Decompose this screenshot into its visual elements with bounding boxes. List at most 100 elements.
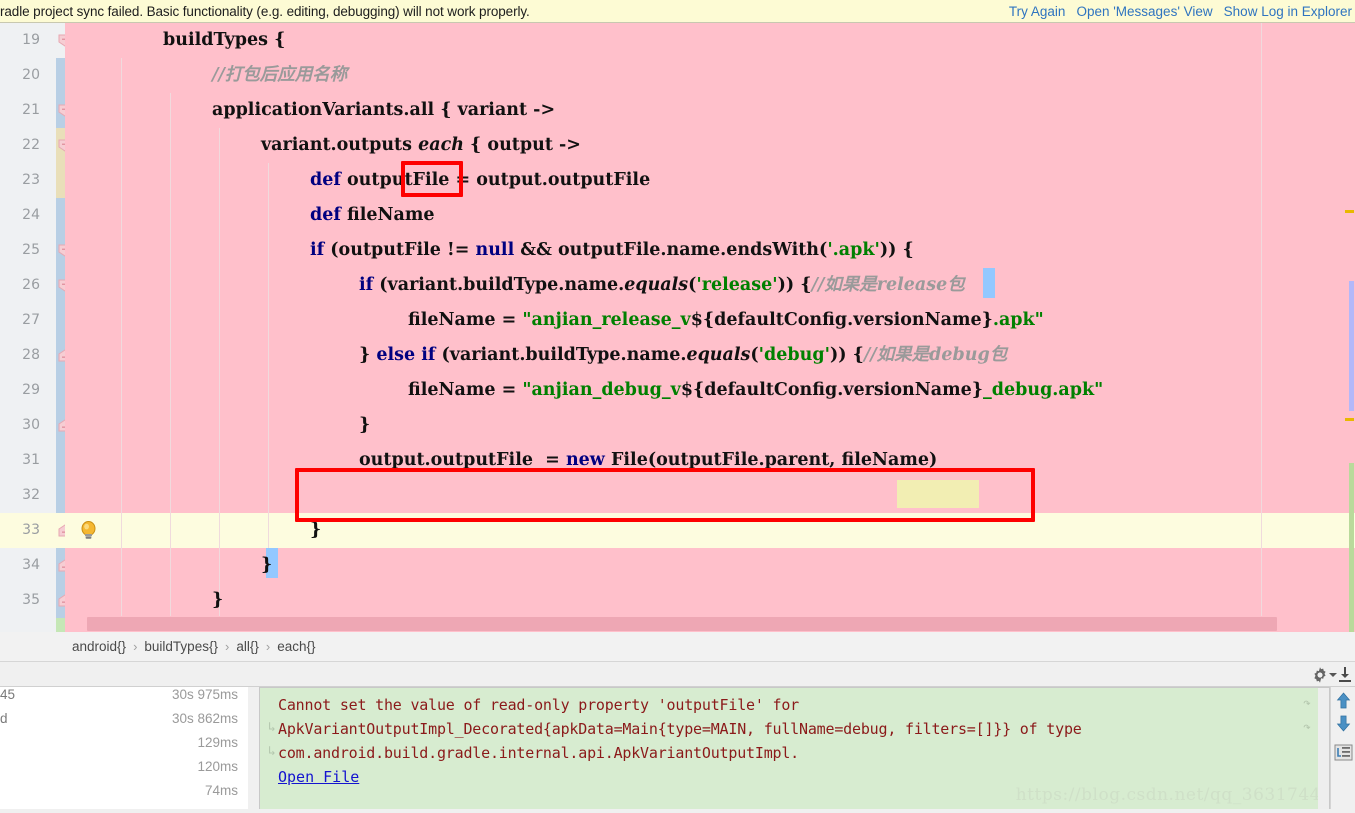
code-line-text: if (variant.buildType.name.equals('relea… (65, 275, 965, 295)
line-number: 26 (0, 268, 40, 303)
editor-horizontal-scrollbar[interactable] (65, 616, 1275, 632)
warning-marker[interactable] (1345, 210, 1354, 213)
breadcrumb-item-all[interactable]: all{} (236, 639, 259, 654)
line-number: 31 (0, 443, 40, 478)
code-line[interactable]: //打包后应用名称 (65, 58, 1355, 93)
selection-marker[interactable] (1349, 281, 1354, 411)
open-messages-view-link[interactable]: Open 'Messages' View (1076, 4, 1212, 19)
code-line-text: fileName = "anjian_release_v${defaultCon… (65, 310, 1044, 330)
code-line[interactable]: buildTypes { (65, 23, 1355, 58)
task-duration: 30s 862ms (18, 707, 238, 731)
wrap-indicator-icon: ↳ (268, 744, 276, 759)
banner-actions: Try Again Open 'Messages' View Show Log … (1009, 0, 1352, 23)
build-tool-window: 30s 975ms4530s 862msd129ms120ms74ms44ms2… (0, 662, 1355, 813)
code-line[interactable]: } (65, 408, 1355, 443)
code-line[interactable]: fileName = "anjian_release_v${defaultCon… (65, 303, 1355, 338)
task-duration: 120ms (18, 755, 238, 779)
error-message-line: com.android.build.gradle.internal.api.Ap… (278, 744, 799, 762)
wrap-indicator-icon: ↳ (268, 720, 276, 735)
code-line-text: } else if (variant.buildType.name.equals… (65, 345, 1007, 365)
code-line[interactable] (65, 478, 1355, 513)
line-number: 21 (0, 93, 40, 128)
caret-line-changebar-highlight (56, 513, 65, 548)
warning-marker[interactable] (1345, 418, 1354, 421)
download-icon[interactable] (1337, 666, 1353, 683)
change-bar-modified (56, 58, 65, 128)
breadcrumb-item-android[interactable]: android{} (72, 639, 126, 654)
code-line[interactable]: } else if (variant.buildType.name.equals… (65, 338, 1355, 373)
banner-message: radle project sync failed. Basic functio… (0, 4, 530, 19)
code-line[interactable]: def fileName (65, 198, 1355, 233)
line-number: 29 (0, 373, 40, 408)
gear-icon[interactable] (1311, 666, 1329, 684)
change-bar-conflict (56, 128, 65, 198)
code-line[interactable]: def outputFile = output.outputFile (65, 163, 1355, 198)
change-bar-modified (56, 198, 65, 618)
line-number: 34 (0, 548, 40, 583)
task-label[interactable]: 45 (0, 687, 15, 707)
breadcrumb-separator: › (133, 639, 137, 654)
code-line-text: fileName = "anjian_debug_v${defaultConfi… (65, 380, 1103, 400)
code-line[interactable]: } (65, 548, 1355, 583)
code-line-text: variant.outputs each { output -> (65, 135, 581, 155)
tree-list-icon[interactable] (1334, 743, 1353, 762)
line-number: 25 (0, 233, 40, 268)
line-number: 19 (0, 23, 40, 58)
code-line-text: if (outputFile != null && outputFile.nam… (65, 240, 914, 260)
code-line-text: //打包后应用名称 (65, 65, 347, 85)
code-line-text: def fileName (65, 205, 435, 225)
code-line[interactable]: if (outputFile != null && outputFile.nam… (65, 233, 1355, 268)
line-number: 24 (0, 198, 40, 233)
code-line[interactable]: if (variant.buildType.name.equals('relea… (65, 268, 1355, 303)
line-number: 27 (0, 303, 40, 338)
build-message-panel[interactable]: Cannot set the value of read-only proper… (259, 687, 1330, 813)
code-line[interactable]: variant.outputs each { output -> (65, 128, 1355, 163)
code-line[interactable]: } (65, 513, 1355, 548)
code-line[interactable]: output.outputFile = new File(outputFile.… (65, 443, 1355, 478)
gradle-sync-failed-banner: radle project sync failed. Basic functio… (0, 0, 1355, 23)
line-number: 33 (0, 513, 40, 548)
line-number: 28 (0, 338, 40, 373)
breadcrumb-item-each[interactable]: each{} (277, 639, 315, 654)
code-editor[interactable]: 1920212223242526272829303132333435 build… (0, 23, 1355, 632)
code-line[interactable]: fileName = "anjian_debug_v${defaultConfi… (65, 373, 1355, 408)
code-line[interactable]: } (65, 583, 1355, 618)
build-task-list[interactable]: 30s 975ms4530s 862msd129ms120ms74ms44ms2… (0, 687, 248, 813)
message-panel-scrollbar[interactable] (1318, 688, 1329, 812)
change-bar-added (56, 618, 65, 632)
build-tool-window-header (0, 662, 1355, 687)
error-message-line: ApkVariantOutputImpl_Decorated{apkData=M… (278, 720, 1082, 738)
line-number: 23 (0, 163, 40, 198)
scrollbar-thumb[interactable] (87, 617, 1277, 631)
code-line-text: } (65, 520, 321, 540)
open-file-link[interactable]: Open File (278, 768, 359, 786)
chevron-down-icon[interactable] (1329, 673, 1337, 677)
breadcrumb: android{} › buildTypes{} › all{} › each{… (0, 632, 1355, 662)
code-line[interactable]: applicationVariants.all { variant -> (65, 93, 1355, 128)
line-number: 30 (0, 408, 40, 443)
task-duration: 129ms (18, 731, 238, 755)
arrow-up-icon[interactable] (1334, 691, 1353, 710)
code-line-text: applicationVariants.all { variant -> (65, 100, 555, 120)
editor-marker-strip[interactable] (1341, 23, 1355, 632)
breadcrumb-item-buildtypes[interactable]: buildTypes{} (144, 639, 218, 654)
status-strip (0, 809, 1355, 813)
wrap-indicator-icon: ↷ (1303, 696, 1311, 711)
code-line-text: } (65, 590, 223, 610)
line-number: 20 (0, 58, 40, 93)
task-label[interactable]: d (0, 707, 8, 731)
show-log-in-explorer-link[interactable]: Show Log in Explorer (1224, 4, 1352, 19)
info-marker[interactable] (1349, 463, 1354, 632)
wrap-indicator-icon: ↷ (1303, 720, 1311, 735)
code-line-text: output.outputFile = new File(outputFile.… (65, 450, 937, 470)
line-number: 32 (0, 478, 40, 513)
error-message-line: Cannot set the value of read-only proper… (278, 696, 799, 714)
try-again-link[interactable]: Try Again (1009, 4, 1066, 19)
code-canvas[interactable]: buildTypes { //打包后应用名称 applicationVariants… (65, 23, 1355, 632)
line-number: 22 (0, 128, 40, 163)
arrow-down-icon[interactable] (1334, 714, 1353, 733)
build-panel-side-toolbar (1330, 687, 1355, 813)
task-duration: 74ms (18, 779, 238, 803)
lightbulb-icon[interactable] (80, 521, 97, 540)
code-line-text: def outputFile = output.outputFile (65, 170, 650, 190)
